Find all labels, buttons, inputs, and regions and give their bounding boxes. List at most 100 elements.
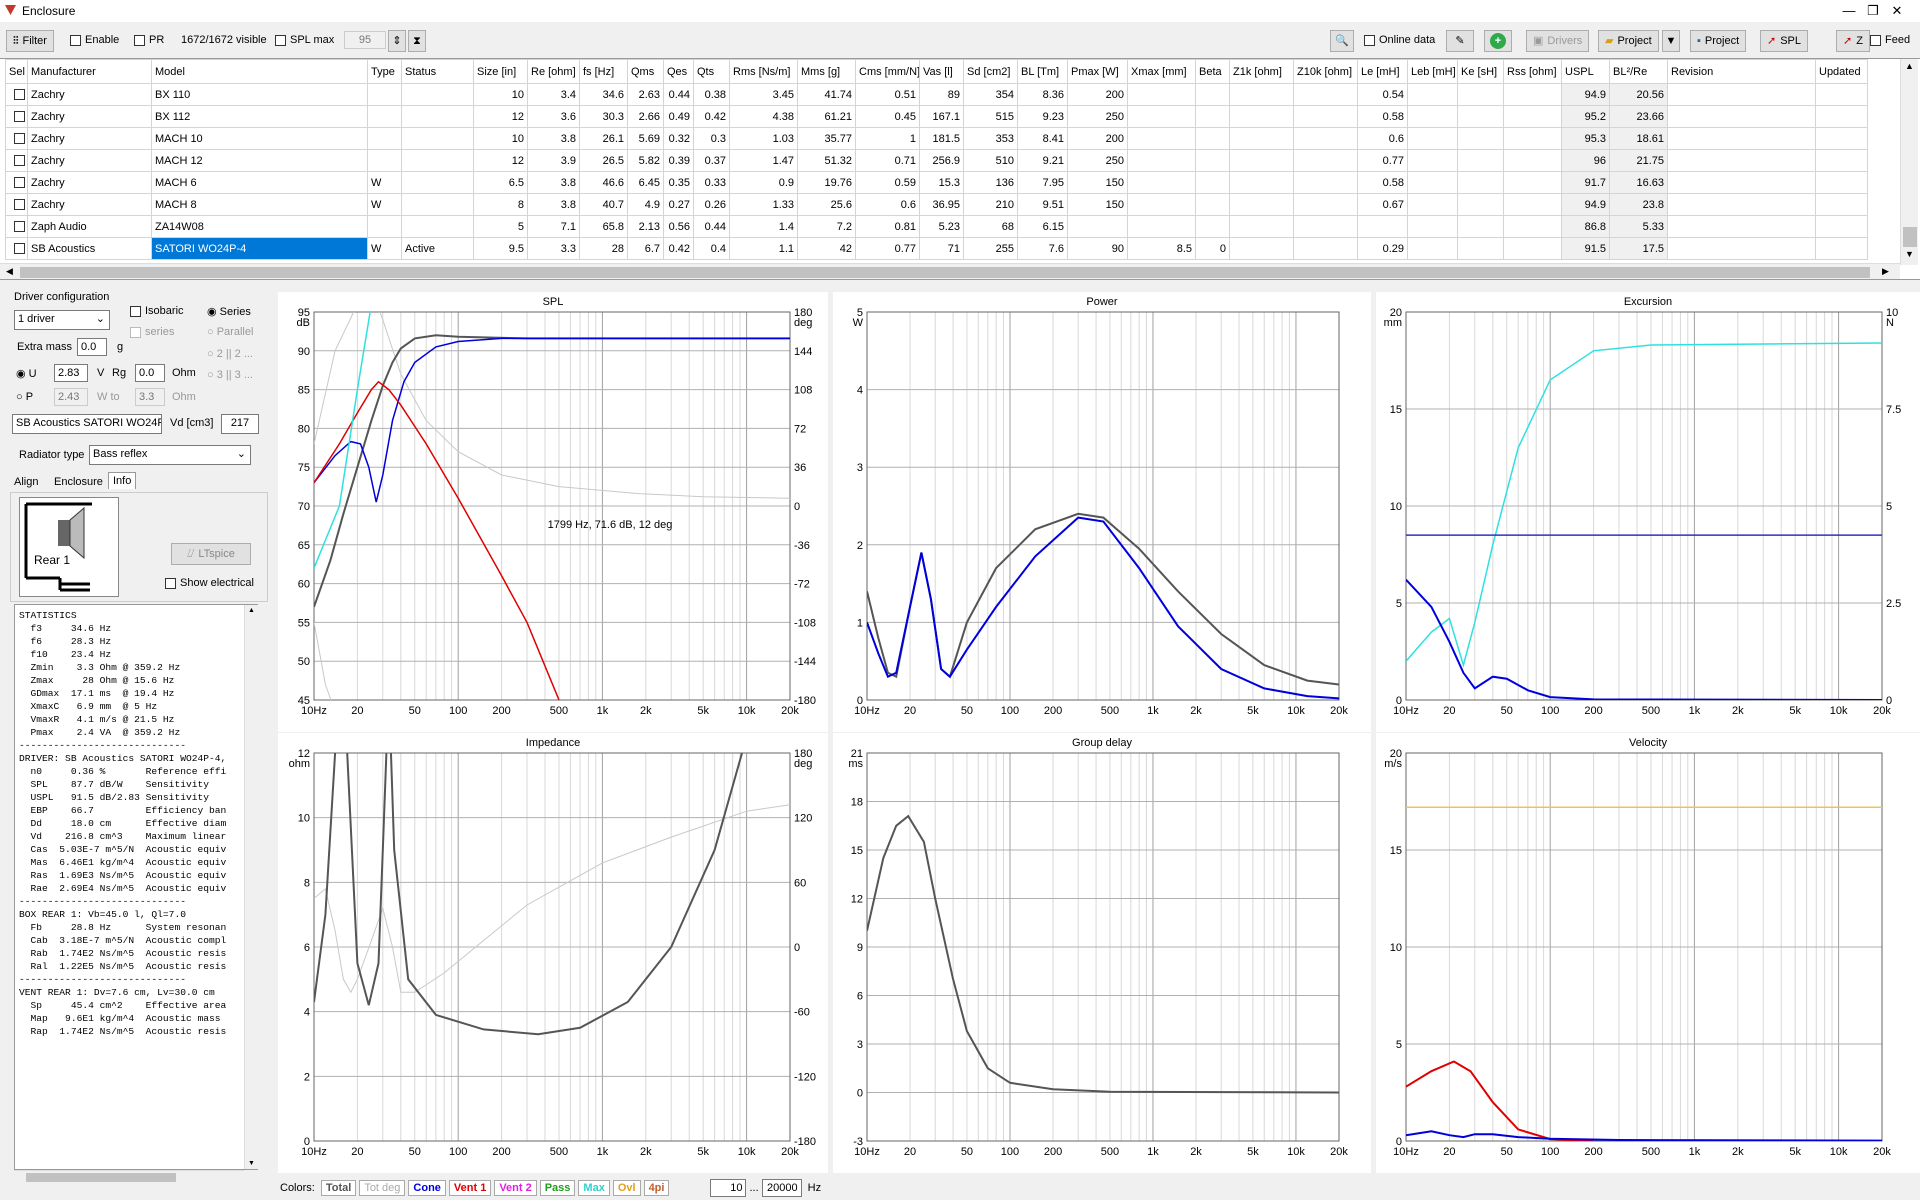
column-header[interactable]: Rss [ohm] bbox=[1503, 59, 1562, 84]
tab-align[interactable]: Align bbox=[14, 476, 38, 488]
edit-icon[interactable]: ✎ bbox=[1446, 30, 1474, 52]
isobaric-checkbox[interactable]: Isobaric bbox=[130, 305, 184, 317]
column-header[interactable]: Type bbox=[367, 59, 402, 84]
close-button[interactable]: ✕ bbox=[1874, 0, 1920, 22]
column-header[interactable]: Updated bbox=[1815, 59, 1868, 84]
table-row[interactable]: Zaph Audio ZA14W08 5 7.1 65.8 2.13 0.56 0.44 1.4… bbox=[5, 215, 1868, 238]
voltage-input[interactable]: 2.83 bbox=[54, 364, 88, 382]
color-total-toggle[interactable]: Total bbox=[320, 1180, 357, 1196]
spl-max-checkbox[interactable]: SPL max bbox=[275, 34, 334, 46]
spin-up-down-icon[interactable]: ⇕ bbox=[388, 30, 406, 52]
column-header[interactable]: Revision bbox=[1667, 59, 1816, 84]
column-header[interactable]: Mms [g] bbox=[797, 59, 856, 84]
vertical-scrollbar[interactable]: ▲ ▼ bbox=[1900, 59, 1918, 265]
color-vent1-toggle[interactable]: Vent 1 bbox=[448, 1180, 492, 1196]
power-input[interactable]: 2.43 bbox=[54, 388, 88, 406]
search-icon[interactable]: 🔍 bbox=[1330, 30, 1354, 52]
table-row[interactable]: Zachry MACH 8 W 8 3.8 40.7 4.9 0.27 0.26 1.33 25.6… bbox=[5, 193, 1868, 216]
column-header[interactable]: Z10k [ohm] bbox=[1293, 59, 1358, 84]
add-icon[interactable]: + bbox=[1484, 30, 1512, 52]
color-pass-toggle[interactable]: Pass bbox=[539, 1180, 576, 1196]
column-header[interactable]: Manufacturer bbox=[27, 59, 152, 84]
column-header[interactable]: Re [ohm] bbox=[527, 59, 580, 84]
spl-export-button[interactable]: ➚ SPL bbox=[1760, 30, 1809, 52]
dropdown-icon[interactable]: ▼ bbox=[1662, 30, 1680, 52]
statistics-scrollbar[interactable]: ▲ ▼ bbox=[244, 605, 258, 1169]
p-radio[interactable]: ○ P bbox=[16, 391, 33, 403]
row-select-checkbox[interactable] bbox=[5, 83, 28, 106]
freq-max-input[interactable]: 20000 bbox=[761, 1179, 802, 1197]
horizontal-scrollbar[interactable]: ◀ ▶ bbox=[0, 263, 1900, 279]
ltspice-button[interactable]: ⌰ LTspice bbox=[171, 543, 251, 565]
table-row[interactable]: Zachry MACH 12 12 3.9 26.5 5.82 0.39 0.37 1.47 51… bbox=[5, 149, 1868, 172]
column-header[interactable]: Status bbox=[401, 59, 474, 84]
radiator-type-select[interactable]: Bass reflex ⌄ bbox=[89, 445, 251, 465]
tab-info[interactable]: Info bbox=[108, 472, 137, 489]
row-select-checkbox[interactable] bbox=[5, 171, 28, 194]
column-header[interactable]: Le [mH] bbox=[1357, 59, 1408, 84]
column-header[interactable]: Cms [mm/N] bbox=[855, 59, 920, 84]
row-select-checkbox[interactable] bbox=[5, 237, 28, 260]
column-header[interactable]: Qts bbox=[693, 59, 730, 84]
table-row[interactable]: Zachry BX 112 12 3.6 30.3 2.66 0.49 0.42 4.38 61.… bbox=[5, 105, 1868, 128]
column-header[interactable]: Sd [cm2] bbox=[963, 59, 1018, 84]
enable-checkbox[interactable]: Enable bbox=[70, 34, 119, 46]
column-header[interactable]: Qes bbox=[663, 59, 694, 84]
table-row[interactable]: Zachry BX 110 10 3.4 34.6 2.63 0.44 0.38 3.45 41.… bbox=[5, 83, 1868, 106]
rg-input[interactable]: 0.0 bbox=[135, 364, 165, 382]
column-header[interactable]: Leb [mH] bbox=[1407, 59, 1458, 84]
table-row[interactable]: SB Acoustics SATORI WO24P-4 W Active 9.5 3.3 2… bbox=[5, 237, 1868, 260]
freq-min-input[interactable]: 10 bbox=[710, 1179, 747, 1197]
row-select-checkbox[interactable] bbox=[5, 127, 28, 150]
show-electrical-checkbox[interactable]: Show electrical bbox=[165, 577, 254, 589]
project-save-button[interactable]: ▪ Project bbox=[1690, 30, 1747, 52]
column-header[interactable]: BL [Tm] bbox=[1017, 59, 1068, 84]
u-radio[interactable]: ◉ U bbox=[16, 367, 37, 380]
filter-button[interactable]: ⫶⫶ Filter bbox=[6, 30, 54, 52]
color-ovl-toggle[interactable]: Ovl bbox=[612, 1180, 641, 1196]
collapse-icon[interactable]: ⧗ bbox=[408, 30, 426, 52]
column-header[interactable]: fs [Hz] bbox=[579, 59, 628, 84]
driver-name-field[interactable]: SB Acoustics SATORI WO24P bbox=[12, 414, 162, 434]
column-header[interactable]: Xmax [mm] bbox=[1127, 59, 1196, 84]
z-export-button[interactable]: ➚ Z bbox=[1836, 30, 1870, 52]
row-select-checkbox[interactable] bbox=[5, 193, 28, 216]
table-row[interactable]: Zachry MACH 6 W 6.5 3.8 46.6 6.45 0.35 0.33 0.9 19… bbox=[5, 171, 1868, 194]
column-header[interactable]: Ke [sH] bbox=[1457, 59, 1504, 84]
column-header[interactable]: Rms [Ns/m] bbox=[729, 59, 798, 84]
spl-max-input[interactable]: 95 bbox=[344, 31, 386, 49]
three-by-three-radio[interactable]: ○ 3 || 3 ... bbox=[207, 369, 253, 381]
row-select-checkbox[interactable] bbox=[5, 105, 28, 128]
online-data-checkbox[interactable]: Online data bbox=[1364, 34, 1435, 46]
w-to-input[interactable]: 3.3 bbox=[135, 388, 165, 406]
feed-checkbox[interactable]: Feed bbox=[1870, 34, 1910, 46]
column-header[interactable]: Size [in] bbox=[473, 59, 528, 84]
column-header[interactable]: Sel bbox=[5, 59, 28, 84]
driver-count-select[interactable]: 1 driver ⌄ bbox=[14, 310, 110, 330]
project-open-button[interactable]: ▰ Project bbox=[1598, 30, 1659, 52]
tab-enclosure[interactable]: Enclosure bbox=[54, 476, 103, 488]
table-row[interactable]: Zachry MACH 10 10 3.8 26.1 5.69 0.32 0.3 1.03 35.… bbox=[5, 127, 1868, 150]
row-select-checkbox[interactable] bbox=[5, 149, 28, 172]
series-radio[interactable]: ◉ Series bbox=[207, 305, 251, 318]
vd-input[interactable]: 217 bbox=[221, 414, 259, 434]
column-header[interactable]: Qms bbox=[627, 59, 664, 84]
column-header[interactable]: Vas [l] bbox=[919, 59, 964, 84]
column-header[interactable]: USPL bbox=[1561, 59, 1610, 84]
color-max-toggle[interactable]: Max bbox=[578, 1180, 610, 1196]
column-header[interactable]: Pmax [W] bbox=[1067, 59, 1128, 84]
column-header[interactable]: BL²/Re bbox=[1609, 59, 1668, 84]
color-tot-deg-toggle[interactable]: Tot deg bbox=[359, 1180, 406, 1196]
column-header[interactable]: Model bbox=[151, 59, 368, 84]
statistics-hscrollbar[interactable] bbox=[14, 1170, 244, 1184]
color-cone-toggle[interactable]: Cone bbox=[408, 1180, 446, 1196]
column-header[interactable]: Beta bbox=[1195, 59, 1230, 84]
pr-checkbox[interactable]: PR bbox=[134, 34, 164, 46]
parallel-radio[interactable]: ○ Parallel bbox=[207, 326, 253, 338]
two-by-two-radio[interactable]: ○ 2 || 2 ... bbox=[207, 348, 253, 360]
color-vent2-toggle[interactable]: Vent 2 bbox=[494, 1180, 537, 1196]
extra-mass-input[interactable]: 0.0 bbox=[77, 338, 107, 356]
color-4pi-toggle[interactable]: 4pi bbox=[643, 1180, 670, 1196]
drivers-button[interactable]: ▣ Drivers bbox=[1526, 30, 1590, 52]
row-select-checkbox[interactable] bbox=[5, 215, 28, 238]
